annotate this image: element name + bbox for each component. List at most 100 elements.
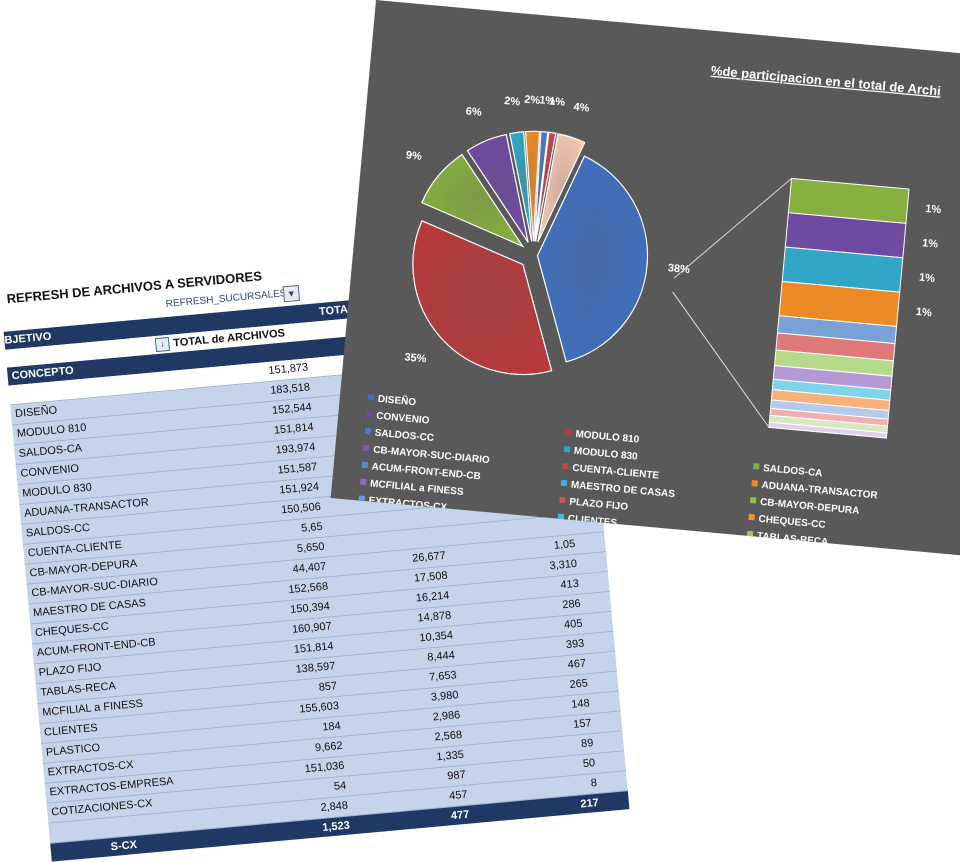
cell-value-3: 3,310 [549,557,578,573]
legend-entry: PLAZO FIJO [569,497,629,513]
chart-area: %de participacion en el total de Archi 38… [330,0,960,556]
legend-entry: MCFILIAL a FINESS [370,478,465,497]
legend-swatch [559,496,566,504]
legend-swatch [748,513,755,521]
cell-total-archivos: 5,650 [296,540,325,556]
bar-data-label: 1% [919,272,936,285]
cell-concepto: EXTRACTOS-CX [47,758,134,779]
legend-entry: SALDOS-CA [763,463,823,479]
cell-total-archivos: 150,506 [280,500,322,517]
cell-value-2: 14,878 [417,609,452,625]
slice-data-label: 1% [549,95,566,108]
legend-swatch [746,530,754,538]
cell-total-archivos: 151,873 [267,361,309,377]
legend-entry: TABLAS-RECA [756,531,828,548]
cell-value-3: 393 [565,637,585,652]
cell-value-2: 3,980 [430,689,459,704]
cell-total-archivos: 2,848 [320,799,349,815]
cell-concepto: SALDOS-CA [18,442,83,460]
pie-chart: %de participacion en el total de Archi38… [356,63,942,556]
cell-value-3: 148 [570,697,591,711]
slice-data-label: 2% [504,95,521,108]
pie-slice-modulo-810 [412,219,553,376]
cell-concepto: PLAZO FIJO [38,661,102,680]
cell-concepto: S-CX [110,838,138,854]
bar-data-label: 1% [922,237,939,250]
cell-value-2: 17,508 [413,569,449,585]
slice-data-label: 6% [465,106,482,119]
cell-value-3: 157 [572,717,593,731]
cell-concepto: PLASTICO [45,741,101,759]
cell-total-archivos: 184 [321,719,342,734]
cell-total-archivos: 193,974 [275,441,316,457]
legend-entry: CHEQUES-CC [758,514,826,531]
chart-title: %de participacion en el total de Archi [710,63,941,99]
bar-data-label: 1% [915,306,932,319]
cell-concepto: CHEQUES-CC [34,620,110,640]
cell-value-3: 8 [590,776,598,790]
legend-swatch [751,480,759,487]
cell-value-3: 1,05 [553,537,576,552]
legend-swatch [560,479,568,487]
filter-icon[interactable]: ▼ [282,284,301,303]
legend-swatch [363,444,370,452]
legend-swatch [565,428,572,436]
slice-data-label: 9% [405,149,422,162]
cell-value-2: 457 [448,788,469,803]
slice-data-label: 4% [573,101,590,114]
cell-concepto: TABLAS-RECA [39,680,117,699]
legend-entry: SALDOS-CC [374,428,434,444]
cell-value-3: 265 [569,677,589,691]
cell-value-3: 50 [582,757,596,771]
legend-swatch [563,445,571,453]
cell-value-3: 405 [563,617,583,632]
cell-value-3: 413 [559,577,580,592]
legend-entry: DISEÑO [377,392,417,408]
cell-value-3: 89 [580,737,594,751]
legend-swatch [360,478,367,486]
legend-swatch [364,427,372,435]
legend-entry: CB-MAYOR-DEPURA [760,497,860,517]
legend-swatch [361,461,369,469]
legend-swatch [749,496,757,504]
cell-value-2: 2,568 [434,728,463,744]
cell-value-2: 2,986 [432,709,461,724]
cell-total-archivos: 160,907 [291,620,333,636]
cell-value-2: 26,677 [411,549,447,565]
legend-swatch [562,462,569,470]
cell-value-3: 467 [567,657,587,672]
cell-concepto: SALDOS-CC [25,521,91,540]
cell-value-2: 987 [446,768,467,783]
cell-value-2: 1,335 [435,748,465,764]
slice-data-label: 35% [404,351,427,365]
cell-concepto: CONVENIO [20,462,80,480]
legend-entry: MODULO 830 [573,446,638,463]
cell-total-archivos: 151,924 [278,480,320,497]
legend-swatch [745,547,752,555]
cell-total-archivos: 54 [333,779,347,793]
cell-total-archivos: 44,407 [292,560,327,576]
cell-value-3: 286 [561,597,582,612]
header-objetivo: BJETIVO [3,330,52,347]
cell-total-archivos: 150,394 [289,600,331,616]
connector-line [673,178,792,279]
cell-concepto: MODULO 830 [21,481,93,500]
cell-value-2: 8,444 [426,649,456,664]
connector-line [672,291,770,428]
cell-total-archivos: 151,587 [277,460,318,477]
legend-entry: CUENTA-CLIENTE [572,463,660,482]
legend-entry: CONVENIO [376,411,430,427]
cell-total-archivos: 151,814 [293,640,335,656]
cell-concepto: MODULO 810 [16,421,87,441]
legend-entry: MODULO 810 [575,429,640,446]
legend-entry: PLASTICO [755,548,807,556]
legend-swatch [366,410,373,418]
cell-total-archivos: 9,662 [314,739,344,755]
pie-slice-dise-o [536,155,649,363]
legend-entry: MAESTRO DE CASAS [570,480,675,500]
cell-total-archivos: 183,518 [269,381,311,397]
legend-swatch [753,463,760,470]
cell-total-archivos: 151,814 [273,421,315,437]
cell-concepto: DISEÑO [14,404,58,421]
sort-icon[interactable]: ↓ [154,336,171,353]
